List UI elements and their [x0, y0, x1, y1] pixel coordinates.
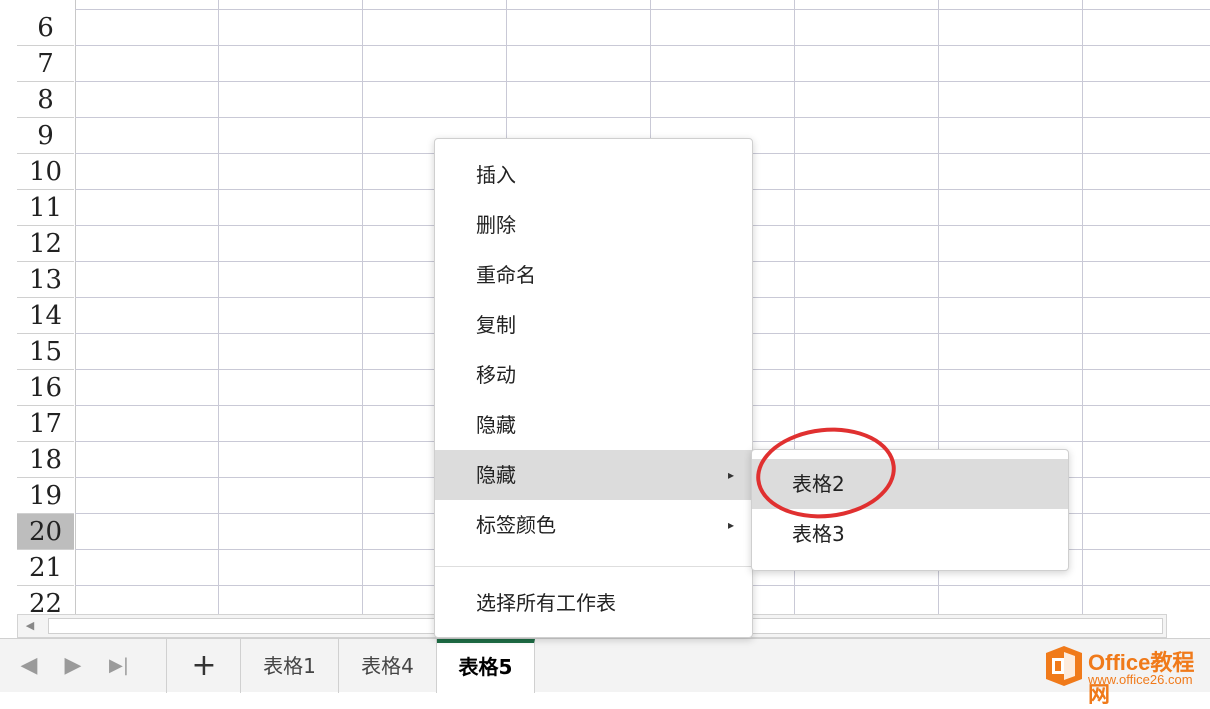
prev-sheet-icon[interactable]: ◀ [14, 651, 44, 681]
row-number-21[interactable]: 21 [17, 550, 74, 586]
watermark-url: www.office26.com [1088, 672, 1193, 687]
row-number-22[interactable]: 22 [17, 586, 74, 614]
menu-item-label: 选择所有工作表 [476, 591, 616, 615]
menu-item-move[interactable]: 移动 [435, 350, 752, 400]
last-sheet-icon[interactable]: ▶| [104, 651, 134, 681]
menu-item-label: 删除 [476, 213, 516, 237]
sheet-context-menu: 插入 删除 重命名 复制 移动 隐藏 隐藏 ▸ 标签颜色 ▸ 选择所有工作表 [434, 138, 753, 638]
menu-item-label: 隐藏 [476, 413, 516, 437]
sheet-tab-bar: ◀ ▶ ▶| + 表格1 表格4 表格5 [0, 638, 1210, 693]
menu-item-delete[interactable]: 删除 [435, 200, 752, 250]
row-number-12[interactable]: 12 [17, 226, 74, 262]
row-number-20[interactable]: 20 [17, 514, 74, 550]
row-number-9[interactable]: 9 [17, 118, 74, 154]
menu-item-label: 重命名 [476, 263, 536, 287]
grid-row-line [75, 45, 1210, 46]
tab-sheet-4[interactable]: 表格4 [339, 639, 437, 693]
row-number-19[interactable]: 19 [17, 478, 74, 514]
row-number-6[interactable]: 6 [17, 10, 74, 46]
row-number-14[interactable]: 14 [17, 298, 74, 334]
grid-column-line [218, 0, 219, 614]
submenu-arrow-icon: ▸ [727, 468, 734, 482]
menu-item-copy[interactable]: 复制 [435, 300, 752, 350]
tab-sheet-5[interactable]: 表格5 [437, 639, 535, 693]
row-number-7[interactable]: 7 [17, 46, 74, 82]
menu-item-label: 标签颜色 [476, 513, 556, 537]
menu-item-label: 隐藏 [476, 463, 516, 487]
add-sheet-button[interactable]: + [168, 639, 240, 693]
menu-item-hide[interactable]: 隐藏 [435, 400, 752, 450]
row-number-18[interactable]: 18 [17, 442, 74, 478]
menu-item-rename[interactable]: 重命名 [435, 250, 752, 300]
row-number-13[interactable]: 13 [17, 262, 74, 298]
menu-divider [435, 566, 752, 567]
menu-item-label: 移动 [476, 363, 516, 387]
scrollbar-gutter [1167, 614, 1210, 638]
scroll-left-icon[interactable]: ◀ [22, 618, 38, 634]
grid-row-line [75, 9, 1210, 10]
row-number-10[interactable]: 10 [17, 154, 74, 190]
row-number-17[interactable]: 17 [17, 406, 74, 442]
office-logo-icon [1046, 646, 1082, 686]
watermark: Office教程网 www.office26.com [1040, 641, 1210, 707]
grid-column-line [362, 0, 363, 614]
menu-item-insert[interactable]: 插入 [435, 150, 752, 200]
submenu-item-label: 表格3 [792, 522, 845, 546]
grid-row-line [75, 117, 1210, 118]
tab-sheet-1[interactable]: 表格1 [241, 639, 339, 693]
next-sheet-icon[interactable]: ▶ [58, 651, 88, 681]
menu-item-select-all-sheets[interactable]: 选择所有工作表 [435, 578, 752, 628]
menu-item-unhide[interactable]: 隐藏 ▸ [435, 450, 752, 500]
row-number-15[interactable]: 15 [17, 334, 74, 370]
menu-item-label: 插入 [476, 163, 516, 187]
grid-row-line [75, 81, 1210, 82]
row-number-16[interactable]: 16 [17, 370, 74, 406]
row-number-8[interactable]: 8 [17, 82, 74, 118]
submenu-arrow-icon: ▸ [727, 518, 734, 532]
tab-divider [166, 639, 167, 693]
menu-item-label: 复制 [476, 313, 516, 337]
grid-column-line [1082, 0, 1083, 614]
row-number-11[interactable]: 11 [17, 190, 74, 226]
menu-item-tab-color[interactable]: 标签颜色 ▸ [435, 500, 752, 550]
